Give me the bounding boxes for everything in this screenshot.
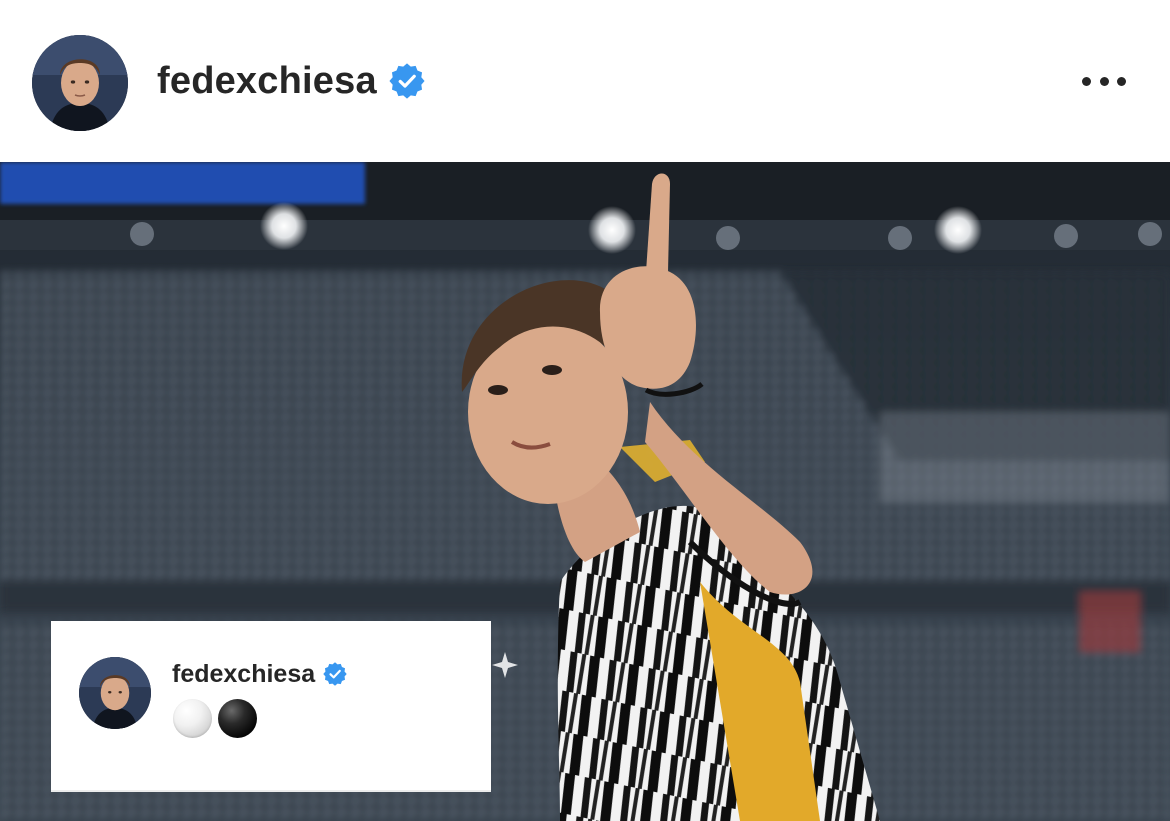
more-dot bbox=[1117, 76, 1126, 86]
post-header: fedexchiesa bbox=[0, 0, 1170, 162]
more-dot bbox=[1082, 76, 1091, 86]
verified-badge-icon bbox=[323, 662, 347, 686]
comment-avatar[interactable] bbox=[79, 657, 151, 729]
more-options-button[interactable] bbox=[1078, 64, 1130, 98]
black-circle-emoji-icon bbox=[218, 698, 257, 738]
comment-card[interactable]: fedexchiesa bbox=[51, 621, 491, 792]
comment-name-row: fedexchiesa bbox=[172, 659, 347, 689]
profile-avatar[interactable] bbox=[32, 35, 128, 131]
more-dot bbox=[1099, 76, 1109, 86]
post-username[interactable]: fedexchiesa bbox=[157, 60, 377, 103]
post-photo[interactable]: fedexchiesa bbox=[0, 162, 1170, 821]
comment-username[interactable]: fedexchiesa bbox=[172, 660, 315, 689]
white-circle-emoji-icon bbox=[173, 698, 212, 738]
username-row: fedexchiesa bbox=[157, 58, 425, 104]
comment-avatar-image bbox=[79, 657, 151, 729]
verified-badge-icon bbox=[389, 63, 425, 99]
comment-text bbox=[173, 698, 257, 738]
avatar-image bbox=[32, 35, 128, 131]
